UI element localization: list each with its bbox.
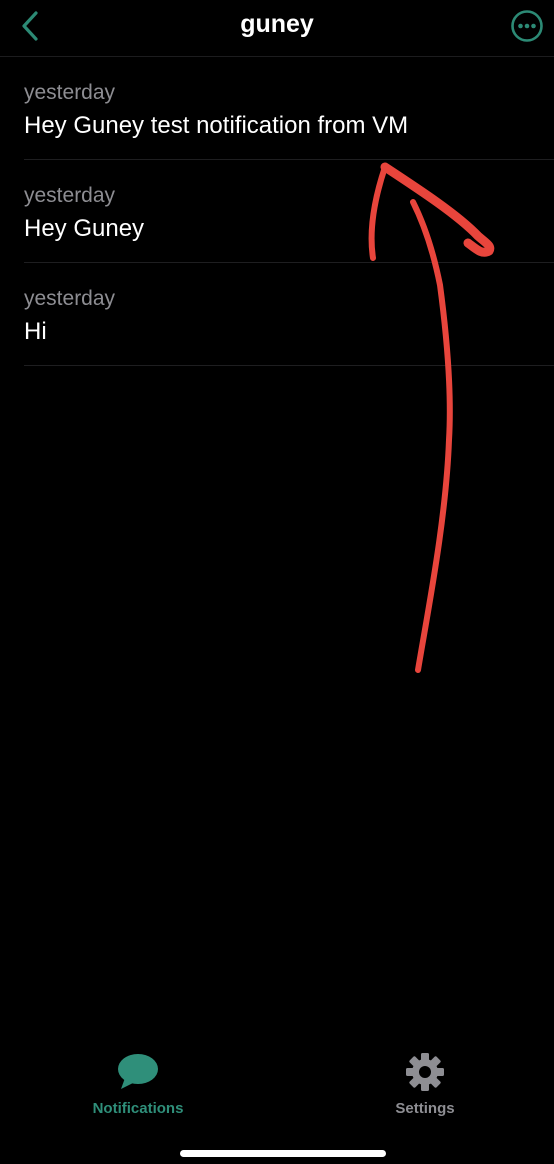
notification-row[interactable]: yesterday Hey Guney test notification fr… (0, 57, 554, 160)
back-button[interactable] (12, 8, 48, 44)
notification-message: Hey Guney (24, 215, 145, 242)
notification-message: Hey Guney test notification from VM (24, 112, 409, 139)
tab-label: Settings (395, 1100, 455, 1117)
home-indicator (180, 1150, 386, 1157)
notification-message: Hi (24, 318, 47, 345)
notification-row[interactable]: yesterday Hi (0, 263, 554, 366)
tab-settings[interactable]: Settings (345, 1050, 505, 1130)
notification-list: yesterday Hey Guney test notification fr… (0, 57, 554, 366)
chat-bubble-icon (116, 1050, 160, 1094)
page-title: guney (240, 10, 314, 38)
notification-time: yesterday (24, 287, 116, 310)
notification-time: yesterday (24, 184, 116, 207)
tab-notifications[interactable]: Notifications (58, 1050, 218, 1130)
more-options-button[interactable] (509, 8, 545, 44)
tab-label: Notifications (92, 1100, 184, 1117)
ellipsis-circle-icon (511, 10, 543, 42)
gear-icon (403, 1050, 447, 1094)
navigation-bar: guney (0, 0, 554, 56)
tab-bar: Notifications Settings (0, 1040, 554, 1164)
notification-time: yesterday (24, 81, 116, 104)
notification-row[interactable]: yesterday Hey Guney (0, 160, 554, 263)
chevron-left-icon (22, 11, 38, 41)
